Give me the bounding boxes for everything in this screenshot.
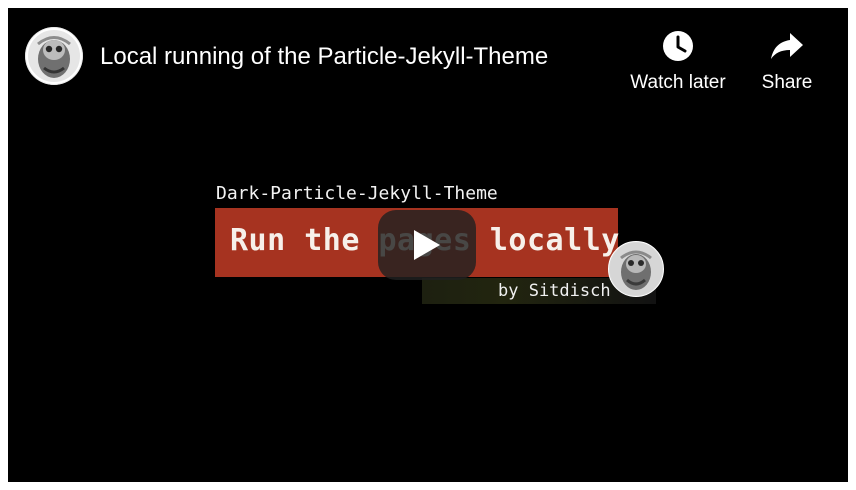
thumbnail-avatar-icon	[608, 241, 664, 297]
share-arrow-icon	[767, 26, 807, 66]
watch-later-label: Watch later	[630, 72, 726, 93]
video-player[interactable]: Dark-Particle-Jekyll-Theme Run the pages…	[8, 8, 848, 482]
channel-avatar-icon[interactable]	[25, 27, 83, 85]
play-button[interactable]	[378, 210, 476, 280]
share-button[interactable]: Share	[756, 26, 818, 96]
video-title-link[interactable]: Local running of the Particle-Jekyll-The…	[100, 41, 548, 73]
share-label: Share	[761, 72, 813, 93]
thumbnail-byline: by Sitdisch	[498, 281, 611, 301]
clock-icon	[658, 26, 698, 66]
watch-later-button[interactable]: Watch later	[620, 26, 736, 96]
thumbnail-subtitle: Dark-Particle-Jekyll-Theme	[216, 183, 498, 204]
play-icon	[414, 230, 440, 260]
